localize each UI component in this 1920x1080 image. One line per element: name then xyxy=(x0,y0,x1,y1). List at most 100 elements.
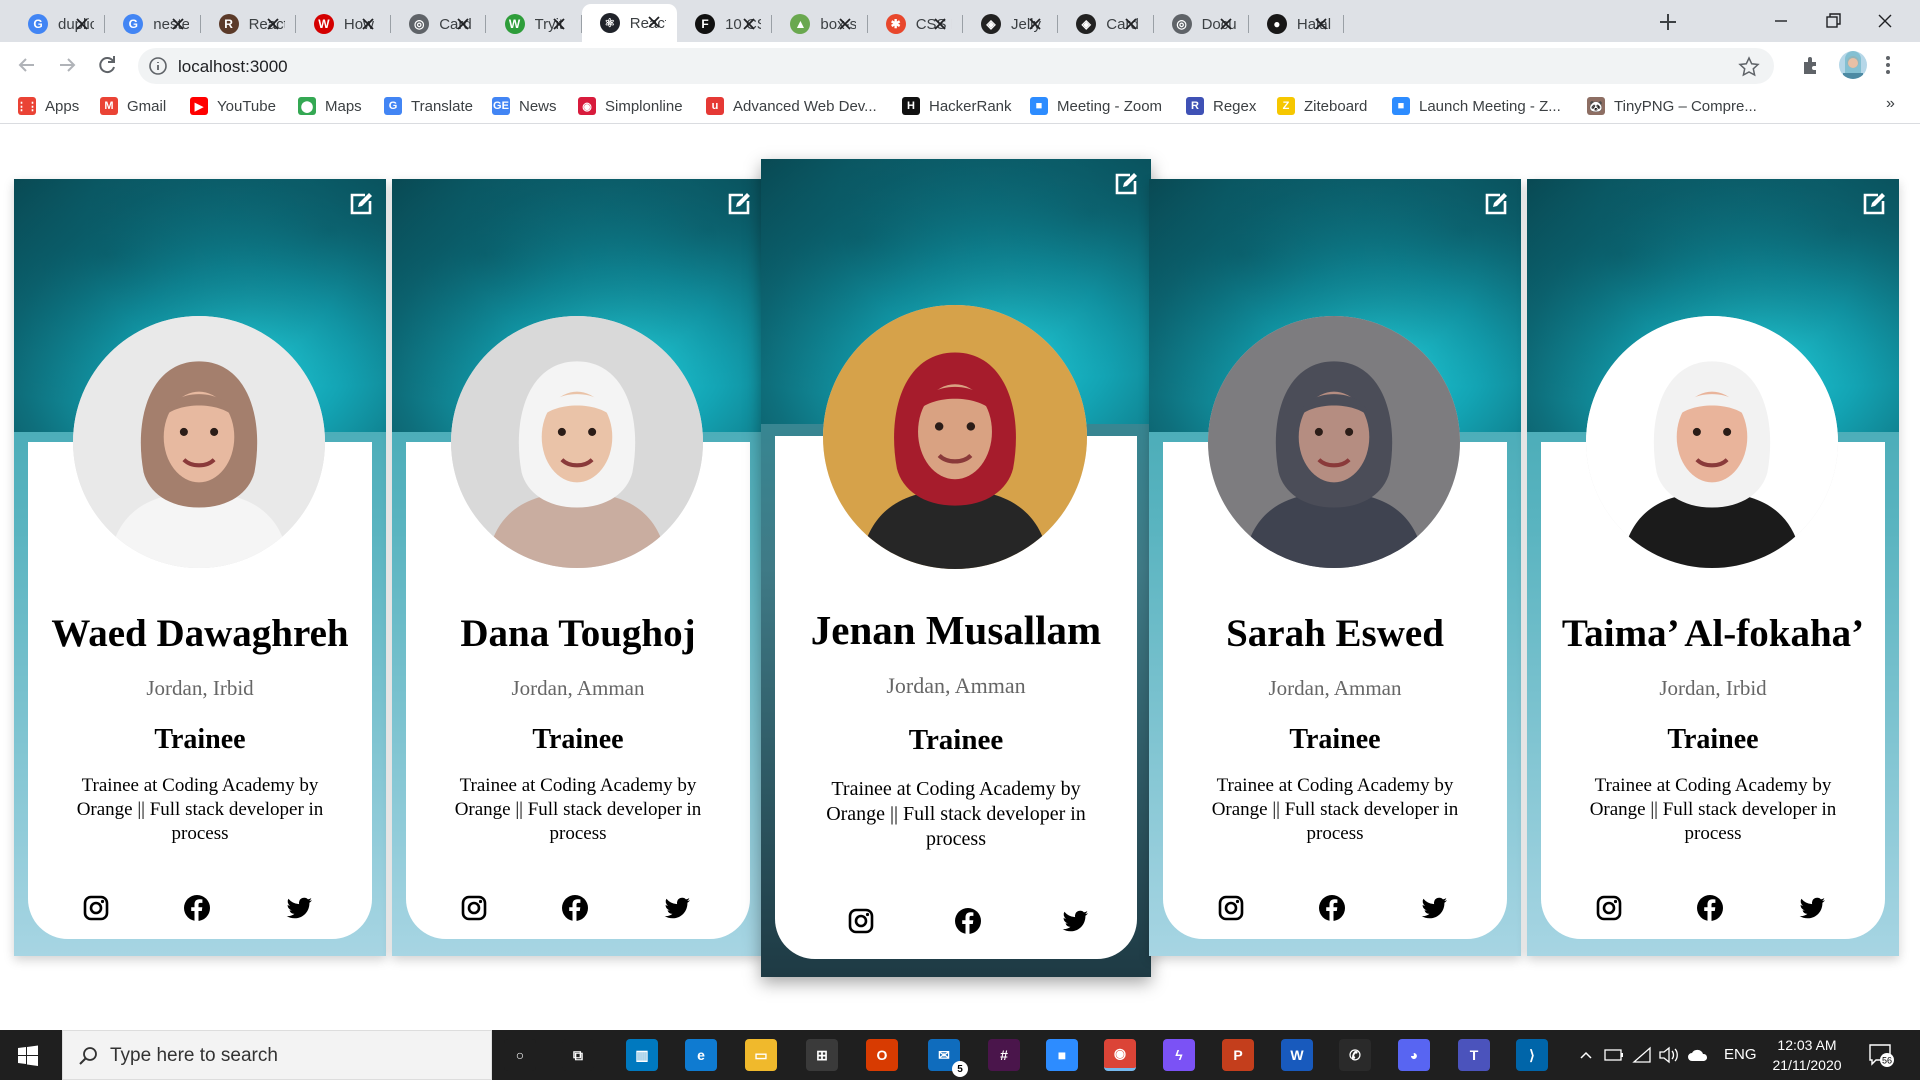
tab-close-icon[interactable] xyxy=(1026,15,1044,33)
tab-close-icon[interactable] xyxy=(264,15,282,33)
menu-kebab-icon[interactable] xyxy=(1884,54,1892,76)
edit-icon[interactable] xyxy=(1861,191,1887,217)
facebook-icon[interactable] xyxy=(1318,894,1346,922)
restore-icon[interactable] xyxy=(1822,10,1844,32)
tab-close-icon[interactable] xyxy=(931,15,949,33)
taskbar-task-view-icon[interactable]: ⧉ xyxy=(562,1039,594,1071)
bookmarks-overflow[interactable]: » xyxy=(1886,95,1895,113)
taskbar-vscode-icon[interactable]: ⟩ xyxy=(1516,1039,1548,1071)
browser-tab[interactable]: ● Halal xyxy=(1249,6,1345,42)
close-window-icon[interactable] xyxy=(1874,10,1896,32)
edit-icon[interactable] xyxy=(1483,191,1509,217)
taskbar-slack-icon[interactable]: # xyxy=(988,1039,1020,1071)
instagram-icon[interactable] xyxy=(1217,894,1245,922)
twitter-icon[interactable] xyxy=(663,894,691,922)
taskbar-mail-icon[interactable]: ✉ 5 xyxy=(928,1039,968,1077)
language-indicator[interactable]: ENG xyxy=(1724,1046,1757,1063)
notification-center-icon[interactable]: 56 xyxy=(1868,1043,1894,1067)
tab-close-icon[interactable] xyxy=(73,15,91,33)
browser-tab[interactable]: ▲ box-s xyxy=(772,6,868,42)
browser-tab[interactable]: F10 CS xyxy=(677,6,773,42)
back-icon[interactable] xyxy=(14,52,40,78)
tab-close-icon[interactable] xyxy=(359,15,377,33)
taskbar-messenger-icon[interactable]: ϟ xyxy=(1163,1039,1195,1071)
browser-tab[interactable]: Gduplic xyxy=(10,6,106,42)
clock[interactable]: 12:03 AM 21/11/2020 xyxy=(1766,1035,1848,1075)
bookmark-item[interactable]: ■ Meeting - Zoom xyxy=(1030,96,1162,116)
bookmark-item[interactable]: ⋮⋮ Apps xyxy=(16,96,79,116)
bookmark-star-icon[interactable] xyxy=(1738,56,1760,78)
tab-close-icon[interactable] xyxy=(1122,15,1140,33)
instagram-icon[interactable] xyxy=(847,907,875,935)
browser-tab[interactable]: ✱CSS E xyxy=(868,6,963,42)
browser-tab[interactable]: ⚛ React xyxy=(581,4,678,42)
tray-chevron-icon[interactable] xyxy=(1578,1047,1594,1063)
bookmark-item[interactable]: ▶ YouTube xyxy=(190,96,276,116)
site-info-icon[interactable] xyxy=(148,56,168,76)
wifi-icon[interactable] xyxy=(1632,1046,1652,1064)
windows-start-icon[interactable] xyxy=(17,1045,39,1067)
taskbar-search[interactable]: Type here to search xyxy=(62,1030,492,1080)
instagram-icon[interactable] xyxy=(1595,894,1623,922)
instagram-icon[interactable] xyxy=(460,894,488,922)
bookmark-item[interactable]: M Gmail xyxy=(100,96,166,116)
twitter-icon[interactable] xyxy=(1798,894,1826,922)
browser-tab[interactable]: W How xyxy=(296,6,392,42)
taskbar-trello-icon[interactable]: ▥ xyxy=(626,1039,658,1071)
tab-close-icon[interactable] xyxy=(645,13,663,31)
browser-tab[interactable]: ◎ Card xyxy=(391,6,487,42)
edit-icon[interactable] xyxy=(726,191,752,217)
facebook-icon[interactable] xyxy=(561,894,589,922)
reload-icon[interactable] xyxy=(94,52,120,78)
bookmark-item[interactable]: ⬤ Maps xyxy=(298,96,362,116)
url-text[interactable]: localhost:3000 xyxy=(178,57,288,77)
browser-tab[interactable]: W Tryit xyxy=(487,6,582,42)
new-tab-icon[interactable] xyxy=(1656,10,1680,34)
taskbar-teams-icon[interactable]: T xyxy=(1458,1039,1490,1071)
tab-close-icon[interactable] xyxy=(1312,15,1330,33)
taskbar-powerpoint-icon[interactable]: P xyxy=(1222,1039,1254,1071)
facebook-icon[interactable] xyxy=(1696,894,1724,922)
browser-tab[interactable]: Gneste xyxy=(105,6,201,42)
browser-tab[interactable]: R React xyxy=(201,6,296,42)
tab-close-icon[interactable] xyxy=(836,15,854,33)
bookmark-item[interactable]: u Advanced Web Dev... xyxy=(706,96,877,116)
address-bar[interactable]: localhost:3000 xyxy=(138,48,1774,84)
extensions-icon[interactable] xyxy=(1800,54,1822,76)
twitter-icon[interactable] xyxy=(1420,894,1448,922)
taskbar-cortana-icon[interactable]: ○ xyxy=(504,1039,536,1071)
bookmark-item[interactable]: G Translate xyxy=(384,96,473,116)
facebook-icon[interactable] xyxy=(954,907,982,935)
taskbar-chrome-icon[interactable]: ◉ xyxy=(1104,1039,1136,1071)
volume-icon[interactable] xyxy=(1658,1046,1680,1064)
taskbar-zoom-icon[interactable]: ■ xyxy=(1046,1039,1078,1071)
instagram-icon[interactable] xyxy=(82,894,110,922)
edit-icon[interactable] xyxy=(348,191,374,217)
facebook-icon[interactable] xyxy=(183,894,211,922)
browser-tab[interactable]: ◈ Jelly xyxy=(963,6,1059,42)
bookmark-item[interactable]: H HackerRank xyxy=(902,96,1012,116)
taskbar-discord-icon[interactable]: ◕ xyxy=(1398,1039,1430,1071)
taskbar-edge-icon[interactable]: e xyxy=(685,1039,717,1071)
bookmark-item[interactable]: ◉ Simplonline xyxy=(578,96,683,116)
profile-avatar[interactable] xyxy=(1839,51,1867,79)
browser-tab[interactable]: ◎ Docu xyxy=(1154,6,1249,42)
taskbar-word-icon[interactable]: W xyxy=(1281,1039,1313,1071)
minimize-icon[interactable] xyxy=(1770,10,1792,32)
twitter-icon[interactable] xyxy=(1061,907,1089,935)
bookmark-item[interactable]: Z Ziteboard xyxy=(1277,96,1367,116)
tab-close-icon[interactable] xyxy=(550,15,568,33)
bookmark-item[interactable]: ■ Launch Meeting - Z... xyxy=(1392,96,1561,116)
edit-icon[interactable] xyxy=(1113,171,1139,197)
bookmark-item[interactable]: 🐼 TinyPNG – Compre... xyxy=(1587,96,1757,116)
tab-close-icon[interactable] xyxy=(454,15,472,33)
taskbar-office-icon[interactable]: O xyxy=(866,1039,898,1071)
browser-tab[interactable]: ◈ Card xyxy=(1058,6,1154,42)
battery-icon[interactable] xyxy=(1604,1047,1624,1063)
taskbar-file-explorer-icon[interactable]: ▭ xyxy=(745,1039,777,1071)
twitter-icon[interactable] xyxy=(285,894,313,922)
onedrive-icon[interactable] xyxy=(1686,1046,1710,1064)
tab-close-icon[interactable] xyxy=(1217,15,1235,33)
taskbar-store-icon[interactable]: ⊞ xyxy=(806,1039,838,1071)
taskbar-whatsapp-icon[interactable]: ✆ xyxy=(1339,1039,1371,1071)
